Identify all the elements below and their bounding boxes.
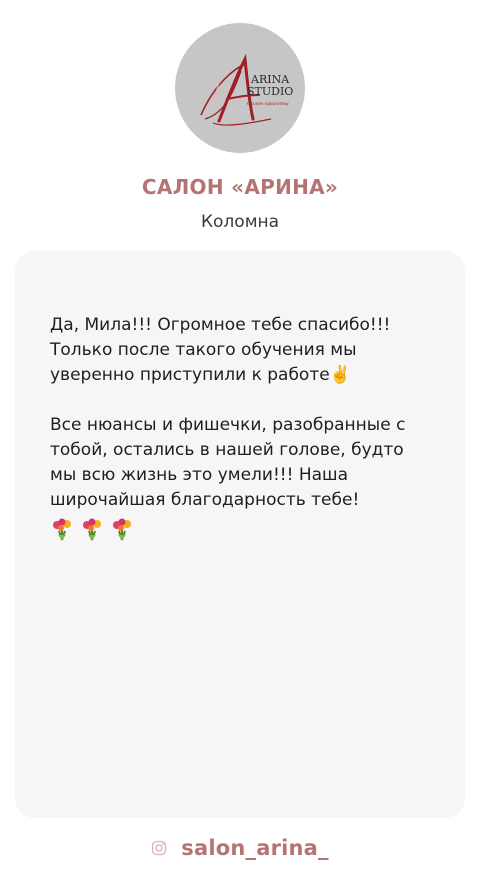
bouquet-icon: [53, 518, 71, 541]
instagram-link-row[interactable]: salon_arina_: [0, 836, 480, 860]
logo-wordmark-sub: STUDIO: [247, 85, 293, 98]
review-line: тобой, остались в нашей голове, будто: [50, 440, 404, 460]
emoji-row: [50, 517, 430, 542]
review-card: Да, Мила!!! Огромное тебе спасибо!!! Тол…: [15, 251, 465, 818]
bouquet-icon: [83, 518, 101, 541]
review-line: широчайшая благодарность тебе!: [50, 490, 360, 510]
arina-studio-logo: ARINA STUDIO Салон красоты: [200, 53, 293, 126]
bouquet-icon: [113, 518, 131, 541]
salon-logo-avatar: ARINA STUDIO Салон красоты: [175, 23, 305, 153]
salon-title: САЛОН «АРИНА»: [141, 175, 339, 199]
review-paragraph: Да, Мила!!! Огромное тебе спасибо!!! Тол…: [50, 313, 430, 388]
review-line: Да, Мила!!! Огромное тебе спасибо!!!: [50, 315, 391, 335]
logo-script: Салон красоты: [247, 101, 289, 107]
review-paragraph: Все нюансы и фишечки, разобранные с тобо…: [50, 413, 430, 513]
review-line: мы всю жизнь это умели!!! Наша: [50, 465, 348, 485]
review-text: Да, Мила!!! Огромное тебе спасибо!!! Тол…: [50, 313, 430, 542]
salon-city: Коломна: [200, 212, 280, 232]
review-line: Все нюансы и фишечки, разобранные с: [50, 415, 406, 435]
review-line: уверенно приступили к работе✌️: [50, 365, 351, 385]
instagram-icon[interactable]: [151, 840, 167, 856]
review-line: Только после такого обучения мы: [50, 340, 357, 360]
instagram-handle-link[interactable]: salon_arina_: [181, 836, 329, 860]
